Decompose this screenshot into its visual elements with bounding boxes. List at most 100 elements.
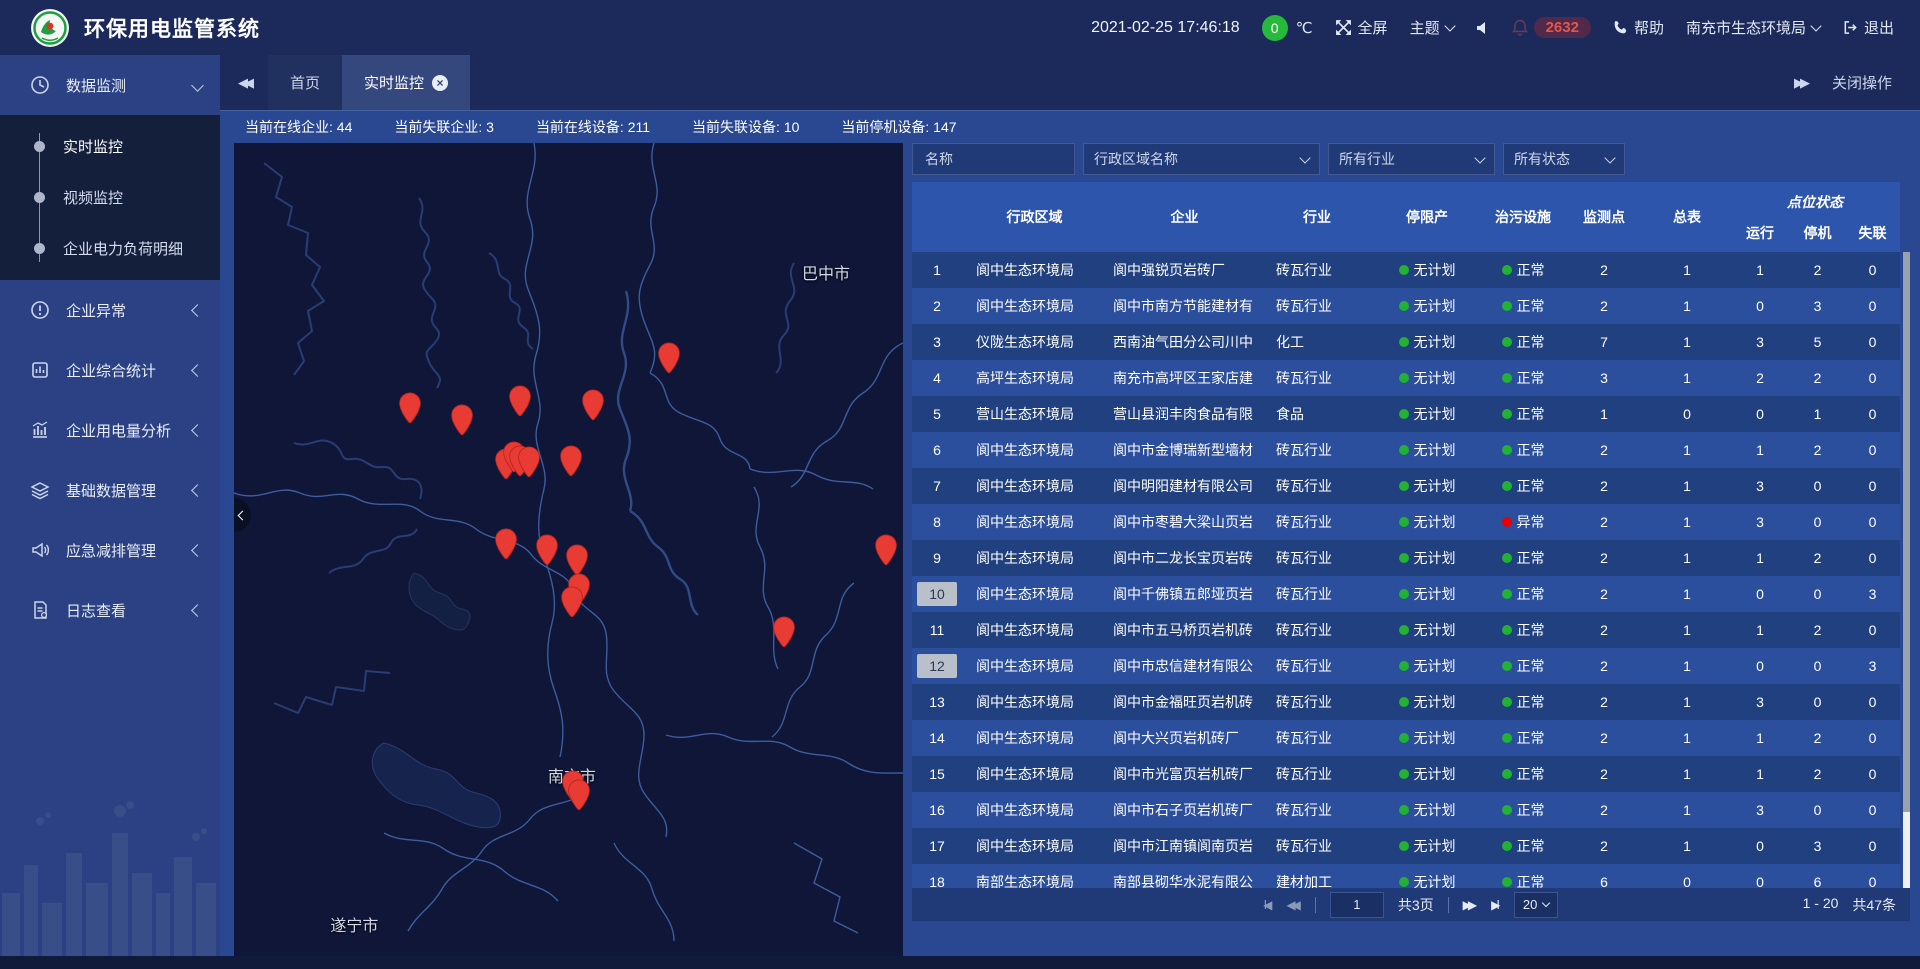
name-filter-field[interactable] — [912, 143, 1075, 175]
map-pin-icon[interactable] — [535, 534, 559, 566]
status-label: 无计划 — [1414, 728, 1456, 748]
running-count-cell: 3 — [1730, 468, 1790, 504]
tab-2[interactable]: 实时监控× — [342, 55, 470, 110]
close-operations-button[interactable]: 关闭操作 — [1832, 72, 1892, 93]
table-row[interactable]: 4高坪生态环境局南充市高坪区王家店建砖瓦行业无计划正常31220 — [912, 360, 1900, 396]
map-pin-icon[interactable] — [657, 342, 681, 374]
sidebar-item-3[interactable]: 企业综合统计 — [0, 340, 220, 400]
stopped-count-cell: 1 — [1790, 396, 1845, 432]
name-filter-input[interactable] — [923, 150, 1064, 168]
sidebar: 数据监测实时监控视频监控企业电力负荷明细企业异常企业综合统计企业用电量分析基础数… — [0, 55, 220, 956]
status-dot-icon — [1502, 769, 1512, 779]
fullscreen-button[interactable]: 全屏 — [1335, 17, 1388, 38]
table-row[interactable]: 6阆中生态环境局阆中市金博瑞新型墙材砖瓦行业无计划正常21120 — [912, 432, 1900, 468]
map-pin-icon[interactable] — [565, 544, 589, 576]
offline-count-cell: 0 — [1845, 288, 1900, 324]
table-row[interactable]: 10阆中生态环境局阆中千佛镇五郎垭页岩砖瓦行业无计划正常21003 — [912, 576, 1900, 612]
page-number-input[interactable] — [1330, 892, 1384, 918]
sidebar-item-2[interactable]: 企业异常 — [0, 280, 220, 340]
status-dot-icon — [1502, 265, 1512, 275]
map-pin-icon[interactable] — [560, 586, 584, 618]
region-filter-select[interactable]: 行政区域名称 — [1083, 143, 1320, 175]
table-row[interactable]: 2阆中生态环境局阆中市南方节能建材有砖瓦行业无计划正常21030 — [912, 288, 1900, 324]
region-cell: 阆中生态环境局 — [962, 756, 1107, 792]
tabs-scroll-left-button[interactable]: ◀◀ — [220, 55, 268, 110]
row-index-cell: 4 — [912, 360, 962, 396]
theme-dropdown[interactable]: 主题 — [1410, 17, 1454, 38]
sidebar-item-4[interactable]: 企业用电量分析 — [0, 400, 220, 460]
tabs-scroll-right-button[interactable]: ▶▶ — [1794, 75, 1806, 91]
facility-status-cell: 正常 — [1482, 360, 1564, 396]
sidebar-item-7[interactable]: 日志查看 — [0, 580, 220, 640]
map-canvas[interactable]: 巴中市南充市遂宁市 — [234, 143, 903, 957]
map-pin-icon[interactable] — [450, 404, 474, 436]
meter-count-cell: 1 — [1644, 576, 1730, 612]
monitor-count-cell: 2 — [1564, 504, 1644, 540]
map-pin-icon[interactable] — [398, 392, 422, 424]
table-row[interactable]: 15阆中生态环境局阆中市光富页岩机砖厂砖瓦行业无计划正常21120 — [912, 756, 1900, 792]
tab-close-icon[interactable]: × — [432, 75, 448, 91]
row-index-cell: 3 — [912, 324, 962, 360]
industry-filter-select[interactable]: 所有行业 — [1328, 143, 1495, 175]
monitor-count-cell: 2 — [1564, 756, 1644, 792]
table-row[interactable]: 1阆中生态环境局阆中强锐页岩砖厂砖瓦行业无计划正常21120 — [912, 252, 1900, 288]
tab-1[interactable]: 首页 — [268, 55, 342, 110]
status-dot-icon — [1502, 697, 1512, 707]
production-status-cell: 无计划 — [1372, 720, 1482, 756]
sidebar-item-1[interactable]: 数据监测 — [0, 55, 220, 115]
prev-page-button[interactable]: ◀◀ — [1286, 898, 1300, 912]
table-row[interactable]: 11阆中生态环境局阆中市五马桥页岩机砖砖瓦行业无计划正常21120 — [912, 612, 1900, 648]
scrollbar-thumb[interactable] — [1903, 252, 1910, 812]
map-pin-icon[interactable] — [874, 534, 898, 566]
page-size-select[interactable]: 20 — [1514, 892, 1558, 918]
logout-button[interactable]: 退出 — [1842, 17, 1894, 38]
map-pin-icon[interactable] — [517, 446, 541, 478]
region-cell: 阆中生态环境局 — [962, 540, 1107, 576]
table-row[interactable]: 8阆中生态环境局阆中市枣碧大梁山页岩砖瓦行业无计划异常21300 — [912, 504, 1900, 540]
phone-icon — [1613, 20, 1628, 35]
table-row[interactable]: 18南部生态环境局南部县砌华水泥有限公建材加工无计划正常60060 — [912, 864, 1900, 888]
facility-status-cell: 正常 — [1482, 576, 1564, 612]
table-row[interactable]: 9阆中生态环境局阆中市二龙长宝页岩砖砖瓦行业无计划正常21120 — [912, 540, 1900, 576]
map-pin-icon[interactable] — [559, 445, 583, 477]
map-pin-icon[interactable] — [567, 779, 591, 811]
facility-status-cell: 正常 — [1482, 684, 1564, 720]
sidebar-item-6[interactable]: 应急减排管理 — [0, 520, 220, 580]
table-row[interactable]: 17阆中生态环境局阆中市江南镇阆南页岩砖瓦行业无计划正常21030 — [912, 828, 1900, 864]
industry-cell: 砖瓦行业 — [1262, 684, 1372, 720]
table-row[interactable]: 7阆中生态环境局阆中明阳建材有限公司砖瓦行业无计划正常21300 — [912, 468, 1900, 504]
first-page-button[interactable]: Ⅰ◀ — [1264, 898, 1273, 912]
sidebar-item-label: 企业用电量分析 — [66, 420, 177, 441]
table-row[interactable]: 14阆中生态环境局阆中大兴页岩机砖厂砖瓦行业无计划正常21120 — [912, 720, 1900, 756]
map-pin-icon[interactable] — [581, 389, 605, 421]
status-dot-icon — [1399, 301, 1409, 311]
table-row[interactable]: 13阆中生态环境局阆中市金福旺页岩机砖砖瓦行业无计划正常21300 — [912, 684, 1900, 720]
sidebar-item-5[interactable]: 基础数据管理 — [0, 460, 220, 520]
column-header-running: 运行 — [1730, 214, 1790, 252]
mute-button[interactable] — [1476, 21, 1490, 35]
megaphone-icon — [30, 540, 50, 560]
help-button[interactable]: 帮助 — [1613, 17, 1664, 38]
table-row[interactable]: 5营山生态环境局营山县润丰肉食品有限食品无计划正常10010 — [912, 396, 1900, 432]
last-page-button[interactable]: ▶Ⅰ — [1491, 898, 1500, 912]
status-dot-icon — [1502, 409, 1512, 419]
org-dropdown[interactable]: 南充市生态环境局 — [1686, 17, 1820, 38]
sidebar-subitem[interactable]: 视频监控 — [0, 172, 220, 223]
map-pin-icon[interactable] — [772, 616, 796, 648]
region-cell: 阆中生态环境局 — [962, 288, 1107, 324]
stopped-count-cell: 0 — [1790, 792, 1845, 828]
status-filter-select[interactable]: 所有状态 — [1503, 143, 1625, 175]
monitor-count-cell: 2 — [1564, 792, 1644, 828]
table-row[interactable]: 3仪陇生态环境局西南油气田分公司川中化工无计划正常71350 — [912, 324, 1900, 360]
sidebar-subitem[interactable]: 企业电力负荷明细 — [0, 223, 220, 274]
next-page-button[interactable]: ▶▶ — [1463, 898, 1477, 912]
status-label: 正常 — [1517, 728, 1545, 748]
stopped-count-cell: 2 — [1790, 432, 1845, 468]
table-row[interactable]: 12阆中生态环境局阆中市忠信建材有限公砖瓦行业无计划正常21003 — [912, 648, 1900, 684]
map-pin-icon[interactable] — [508, 385, 532, 417]
map-pin-icon[interactable] — [494, 528, 518, 560]
meter-count-cell: 1 — [1644, 540, 1730, 576]
notifications-button[interactable]: 2632 — [1512, 17, 1591, 38]
sidebar-subitem[interactable]: 实时监控 — [0, 121, 220, 172]
table-row[interactable]: 16阆中生态环境局阆中市石子页岩机砖厂砖瓦行业无计划正常21300 — [912, 792, 1900, 828]
